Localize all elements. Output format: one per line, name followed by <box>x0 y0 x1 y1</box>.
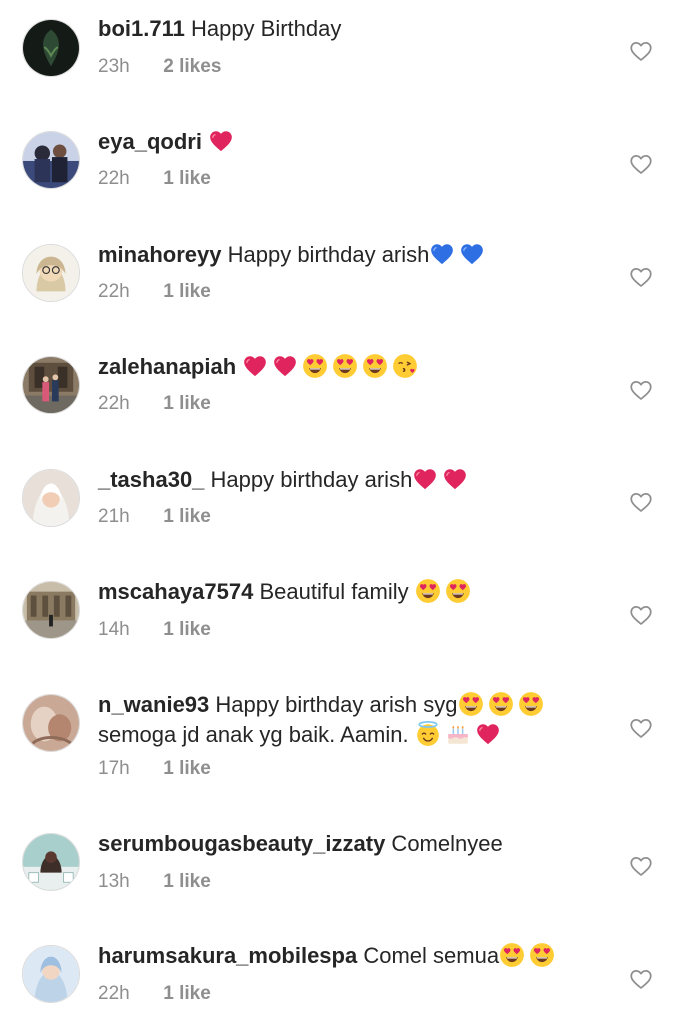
comment-username[interactable]: serumbougasbeauty_izzaty <box>98 831 385 856</box>
comment-likes-count[interactable]: 1 like <box>163 871 211 892</box>
comment-likes-count[interactable]: 1 like <box>163 393 211 414</box>
comment-text: Happy birthday arish <box>221 242 430 267</box>
heart-eyes-emoji <box>332 353 358 379</box>
birthday-cake-emoji <box>445 721 471 747</box>
avatar[interactable] <box>22 469 80 527</box>
comment-text: Happy birthday arish syg <box>209 692 458 717</box>
comment-username[interactable]: harumsakura_mobilespa <box>98 943 357 968</box>
avatar[interactable] <box>22 356 80 414</box>
avatar[interactable] <box>22 19 80 77</box>
comment-likes-count[interactable]: 1 like <box>163 281 211 302</box>
comment-timestamp: 14h <box>98 619 130 640</box>
heart-eyes-emoji <box>362 353 388 379</box>
heart-eyes-emoji <box>415 578 441 604</box>
comment-item: boi1.711 Happy Birthday 23h 2 likes <box>0 0 693 110</box>
comment-timestamp: 23h <box>98 56 130 77</box>
like-heart-icon[interactable] <box>627 38 655 64</box>
comment-likes-count[interactable]: 1 like <box>163 983 211 1004</box>
avatar[interactable] <box>22 244 80 302</box>
face-blowing-kiss-emoji <box>392 353 418 379</box>
comment-timestamp: 21h <box>98 506 130 527</box>
like-heart-icon[interactable] <box>627 377 655 403</box>
like-heart-icon[interactable] <box>627 602 655 628</box>
like-heart-icon[interactable] <box>627 489 655 515</box>
comment-text: Happy birthday arish <box>204 467 413 492</box>
heart-eyes-emoji <box>445 578 471 604</box>
comment-timestamp: 13h <box>98 871 130 892</box>
red-heart-emoji <box>475 721 501 747</box>
comment-text-line-2: semoga jd anak yg baik. Aamin. <box>98 722 415 747</box>
heart-eyes-emoji <box>518 691 544 717</box>
red-heart-emoji <box>442 466 468 492</box>
red-heart-emoji <box>412 466 438 492</box>
avatar[interactable] <box>22 945 80 1003</box>
comment-timestamp: 22h <box>98 281 130 302</box>
comment-username[interactable]: mscahaya7574 <box>98 579 253 604</box>
red-heart-emoji <box>208 128 234 154</box>
heart-eyes-emoji <box>499 942 525 968</box>
like-heart-icon[interactable] <box>627 151 655 177</box>
comment-timestamp: 22h <box>98 983 130 1004</box>
like-heart-icon[interactable] <box>627 264 655 290</box>
blue-heart-emoji <box>429 241 455 267</box>
avatar[interactable] <box>22 581 80 639</box>
comment-text: Happy Birthday <box>184 16 342 41</box>
comment-username[interactable]: minahoreyy <box>98 242 222 267</box>
red-heart-emoji <box>272 353 298 379</box>
comment-likes-count[interactable]: 1 like <box>163 168 211 189</box>
like-heart-icon[interactable] <box>627 853 655 879</box>
smiling-face-with-halo-emoji <box>415 721 441 747</box>
comment-likes-count[interactable]: 2 likes <box>163 56 221 77</box>
blue-heart-emoji <box>459 241 485 267</box>
comment-timestamp: 17h <box>98 758 130 779</box>
heart-eyes-emoji <box>302 353 328 379</box>
comment-text: Comel semua <box>357 943 500 968</box>
avatar[interactable] <box>22 694 80 752</box>
heart-eyes-emoji <box>458 691 484 717</box>
comment-timestamp: 22h <box>98 168 130 189</box>
like-heart-icon[interactable] <box>627 966 655 992</box>
like-heart-icon[interactable] <box>627 715 655 741</box>
avatar[interactable] <box>22 131 80 189</box>
comment-username[interactable]: eya_qodri <box>98 129 202 154</box>
comment-username[interactable]: zalehanapiah <box>98 354 236 379</box>
comment-text: Beautiful family <box>253 579 415 604</box>
heart-eyes-emoji <box>529 942 555 968</box>
heart-eyes-emoji <box>488 691 514 717</box>
comment-text: Comelnyee <box>385 831 503 856</box>
comment-username[interactable]: _tasha30_ <box>98 467 204 492</box>
red-heart-emoji <box>242 353 268 379</box>
comment-timestamp: 22h <box>98 393 130 414</box>
comment-username[interactable]: n_wanie93 <box>98 692 209 717</box>
avatar[interactable] <box>22 833 80 891</box>
comment-username[interactable]: boi1.711 <box>98 16 185 41</box>
comment-likes-count[interactable]: 1 like <box>163 758 211 779</box>
comment-likes-count[interactable]: 1 like <box>163 619 211 640</box>
comment-likes-count[interactable]: 1 like <box>163 506 211 527</box>
